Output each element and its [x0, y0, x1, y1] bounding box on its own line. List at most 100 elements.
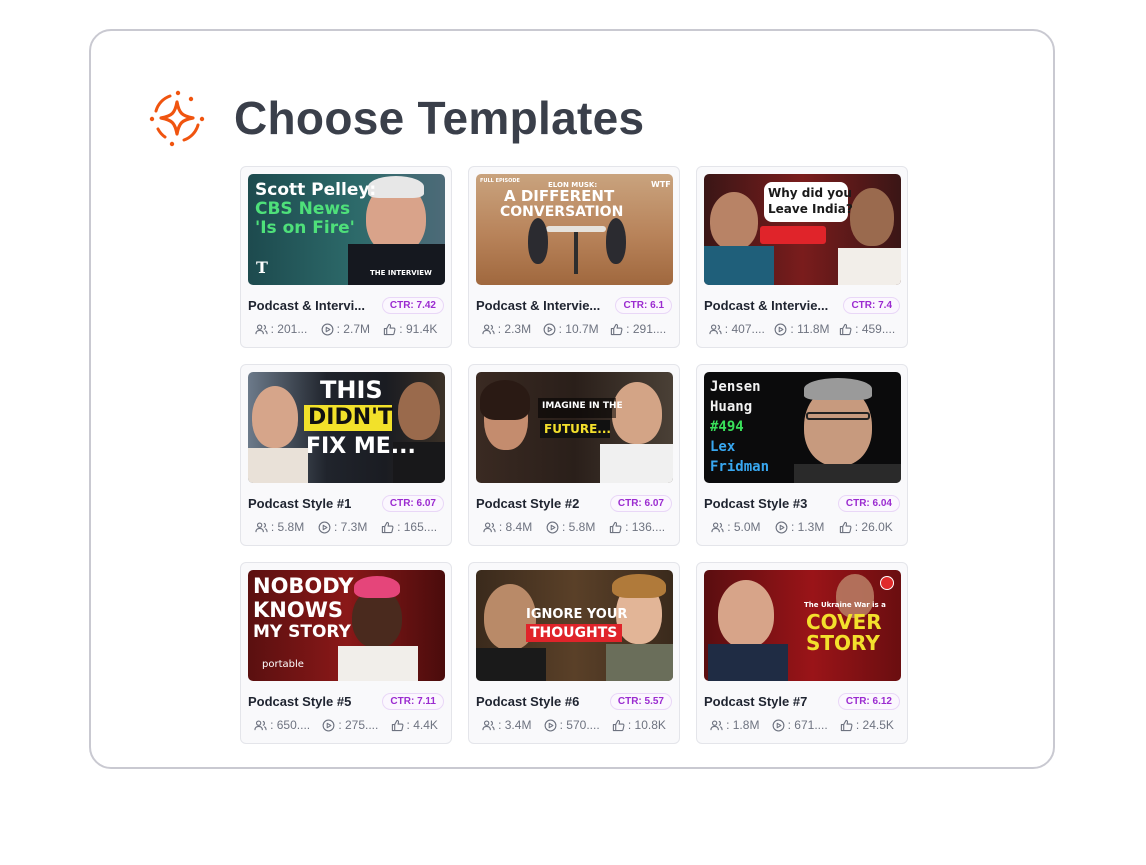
template-name: Podcast Style #1: [248, 495, 352, 511]
template-card[interactable]: Scott Pelley: CBS News 'Is on Fire' T TH…: [240, 166, 452, 348]
subscriber-count: : 201...: [270, 322, 308, 336]
thumbnail-text: #494: [710, 419, 744, 435]
template-thumbnail: IGNORE YOUR THOUGHTS: [476, 570, 673, 681]
thumbnail-text: Why did you: [768, 186, 852, 200]
template-stats: : 5.8M : 7.3M : 165....: [248, 520, 444, 534]
thumbnail-text: Lex: [710, 439, 736, 455]
template-stats: : 650.... : 275.... : 4.4K: [248, 718, 444, 732]
template-card[interactable]: IMAGINE IN THE FUTURE... Podcast Style #…: [468, 364, 680, 546]
template-name: Podcast Style #3: [704, 495, 808, 511]
view-count: : 7.3M: [333, 520, 368, 534]
play-circle-icon: [322, 719, 335, 731]
template-name: Podcast Style #2: [476, 495, 580, 511]
thumbs-up-icon: [839, 323, 852, 335]
users-icon: [482, 323, 495, 334]
thumbs-up-icon: [840, 719, 853, 731]
ctr-badge: CTR: 6.07: [381, 494, 444, 512]
thumbnail-text: Jensen: [710, 379, 761, 395]
thumbnail-text: MY STORY: [253, 622, 351, 642]
thumbnail-text: THOUGHTS: [530, 625, 618, 641]
template-stats: : 3.4M : 570.... : 10.8K: [476, 718, 672, 732]
thumbnail-text: T: [256, 258, 268, 277]
play-circle-icon: [775, 521, 788, 533]
thumbnail-text: THIS: [320, 376, 383, 404]
users-icon: [482, 719, 495, 730]
page-title: Choose Templates: [234, 92, 645, 144]
thumbnail-text: FUTURE...: [544, 422, 611, 436]
thumbnail-text: DIDN'T: [308, 405, 393, 430]
thumbs-up-icon: [612, 719, 625, 731]
subscriber-count: : 1.8M: [726, 718, 760, 732]
ctr-badge: CTR: 5.57: [609, 692, 672, 710]
template-card[interactable]: NOBODY KNOWS MY STORY portable Podcast S…: [240, 562, 452, 744]
view-count: : 5.8M: [561, 520, 596, 534]
like-count: : 291....: [626, 322, 667, 336]
like-count: : 4.4K: [406, 718, 438, 732]
ctr-badge: CTR: 6.07: [609, 494, 672, 512]
users-icon: [710, 719, 723, 730]
template-card[interactable]: ELON MUSK: A DIFFERENT CONVERSATION FULL…: [468, 166, 680, 348]
like-count: : 136....: [625, 520, 666, 534]
template-thumbnail: ELON MUSK: A DIFFERENT CONVERSATION FULL…: [476, 174, 673, 285]
template-stats: : 1.8M : 671.... : 24.5K: [704, 718, 900, 732]
templates-header: Choose Templates: [148, 88, 644, 148]
view-count: : 10.7M: [558, 322, 599, 336]
users-icon: [483, 521, 496, 532]
template-card[interactable]: THIS DIDN'T FIX ME... Podcast Style #1 C…: [240, 364, 452, 546]
thumbs-up-icon: [384, 323, 396, 335]
like-count: : 459....: [855, 322, 896, 336]
thumbnail-text: FIX ME...: [306, 434, 416, 459]
play-circle-icon: [774, 323, 787, 335]
view-count: : 275....: [338, 718, 379, 732]
thumbnail-text: portable: [262, 659, 304, 670]
template-name: Podcast Style #5: [248, 693, 352, 709]
template-stats: : 201... : 2.7M : 91.4K: [248, 322, 444, 336]
like-count: : 26.0K: [854, 520, 893, 534]
like-count: : 24.5K: [855, 718, 894, 732]
template-thumbnail: NOBODY KNOWS MY STORY portable: [248, 570, 445, 681]
thumbnail-text: IMAGINE IN THE: [542, 401, 623, 411]
thumbs-up-icon: [381, 521, 394, 533]
thumbnail-text: The Ukraine War is a: [804, 601, 886, 609]
play-circle-icon: [544, 719, 557, 731]
subscriber-count: : 5.8M: [270, 520, 305, 534]
thumbnail-text: Leave India?: [768, 202, 853, 216]
play-circle-icon: [543, 323, 556, 335]
ctr-badge: CTR: 7.11: [382, 692, 444, 710]
view-count: : 1.3M: [790, 520, 825, 534]
template-thumbnail: IMAGINE IN THE FUTURE...: [476, 372, 673, 483]
ctr-badge: CTR: 7.42: [381, 296, 444, 314]
users-icon: [255, 521, 268, 532]
thumbs-up-icon: [839, 521, 852, 533]
template-name: Podcast Style #7: [704, 693, 808, 709]
subscriber-count: : 2.3M: [497, 322, 532, 336]
view-count: : 570....: [559, 718, 600, 732]
thumbnail-text: Fridman: [710, 459, 770, 475]
play-circle-icon: [321, 323, 334, 335]
subscriber-count: : 650....: [270, 718, 311, 732]
template-card[interactable]: The Ukraine War is a COVER STORY Podcast…: [696, 562, 908, 744]
template-card[interactable]: Why did you Leave India? Podcast & Inter…: [696, 166, 908, 348]
template-card[interactable]: IGNORE YOUR THOUGHTS Podcast Style #6 CT…: [468, 562, 680, 744]
thumbnail-text: STORY: [806, 631, 880, 655]
users-icon: [709, 323, 722, 334]
view-count: : 671....: [787, 718, 828, 732]
template-stats: : 407.... : 11.8M : 459....: [704, 322, 900, 336]
template-thumbnail: THIS DIDN'T FIX ME...: [248, 372, 445, 483]
template-name: Podcast & Intervi...: [248, 297, 366, 313]
thumbs-up-icon: [609, 521, 622, 533]
thumbnail-text: 'Is on Fire': [255, 218, 355, 238]
thumbs-up-icon: [391, 719, 404, 731]
template-name: Podcast & Intervie...: [476, 297, 601, 313]
template-stats: : 2.3M : 10.7M : 291....: [476, 322, 672, 336]
template-grid: Scott Pelley: CBS News 'Is on Fire' T TH…: [240, 166, 908, 744]
template-card[interactable]: Jensen Huang #494 Lex Fridman Podcast St…: [696, 364, 908, 546]
thumbnail-text: WTF: [651, 180, 671, 189]
play-circle-icon: [546, 521, 559, 533]
subscriber-count: : 407....: [724, 322, 765, 336]
thumbnail-text: FULL EPISODE: [480, 178, 520, 184]
play-circle-icon: [772, 719, 785, 731]
thumbnail-text: NOBODY: [253, 574, 354, 598]
template-thumbnail: Why did you Leave India?: [704, 174, 901, 285]
users-icon: [711, 521, 724, 532]
